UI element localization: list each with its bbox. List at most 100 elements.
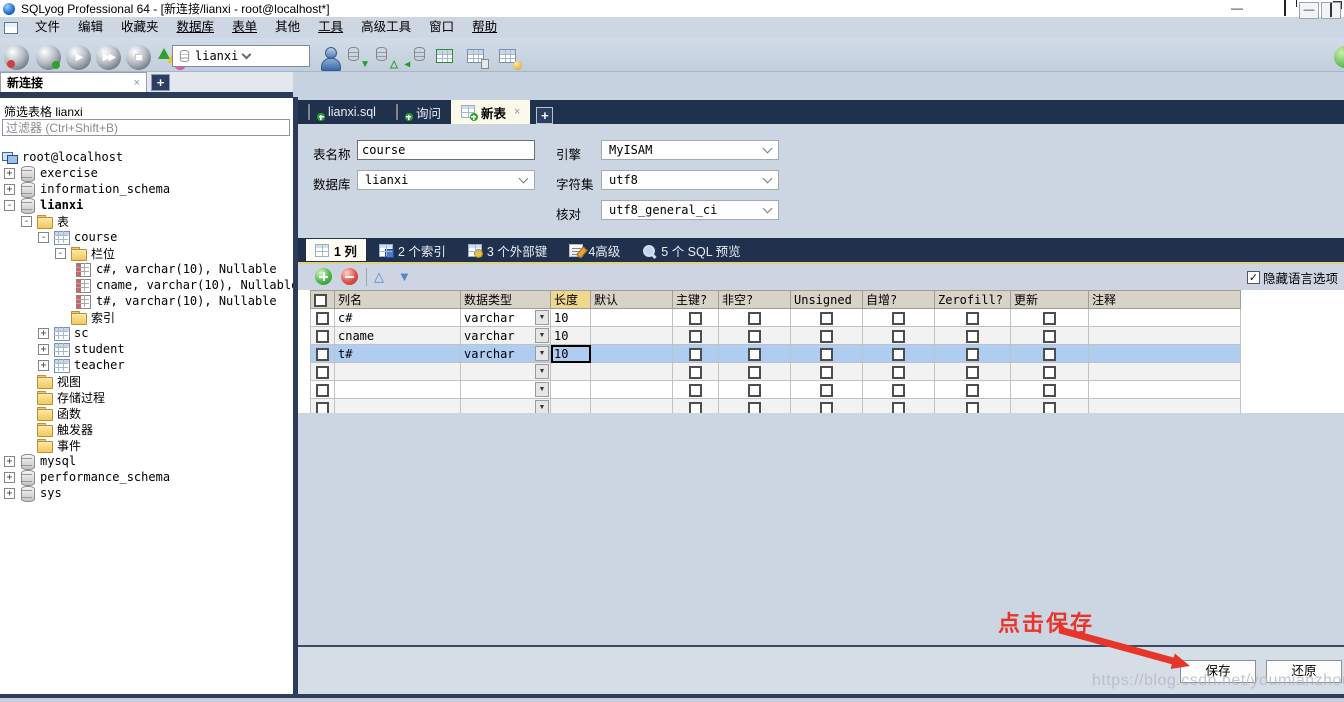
tree-item-mysql[interactable]: +mysql <box>0 453 293 469</box>
table-row-empty[interactable]: ▼ <box>311 363 1241 381</box>
charset-select[interactable]: utf8 <box>601 170 779 190</box>
dropdown-arrow-icon[interactable]: ▼ <box>535 364 549 379</box>
menu-item-window[interactable]: 窗口 <box>420 17 463 38</box>
import-database-icon[interactable]: △ <box>374 46 398 70</box>
table-data-icon[interactable] <box>466 46 490 70</box>
comment-cell[interactable] <box>1089 381 1241 399</box>
mdi-document-icon[interactable] <box>4 22 18 34</box>
tab-foreign-keys[interactable]: 3 个外部键 <box>459 240 556 260</box>
close-connection-tab-icon[interactable]: × <box>134 77 140 89</box>
zerofill-checkbox[interactable] <box>966 312 979 325</box>
expand-icon[interactable]: + <box>4 456 15 467</box>
menu-item-favorites[interactable]: 收藏夹 <box>112 17 168 38</box>
expand-icon[interactable]: + <box>38 328 49 339</box>
row-select-checkbox[interactable] <box>316 366 329 379</box>
mdi-minimize-button[interactable]: — <box>1299 2 1319 19</box>
menu-item-table[interactable]: 表单 <box>223 17 266 38</box>
expand-icon[interactable]: + <box>4 184 15 195</box>
tab-indexes[interactable]: 2 个索引 <box>370 240 455 260</box>
close-tab-icon[interactable]: × <box>514 106 520 118</box>
execute-query-icon[interactable]: ▶ <box>66 45 91 70</box>
not-null-checkbox[interactable] <box>748 384 761 397</box>
tree-item-events-folder[interactable]: 事件 <box>0 437 293 453</box>
expand-icon[interactable]: + <box>4 488 15 499</box>
move-down-button[interactable]: ▼ <box>398 269 411 284</box>
menu-item-tools[interactable]: 工具 <box>309 17 352 38</box>
new-connection-tab-button[interactable]: + <box>151 74 170 91</box>
tree-item-sys[interactable]: +sys <box>0 485 293 501</box>
collapse-icon[interactable]: - <box>4 200 15 211</box>
column-name-cell[interactable] <box>335 363 461 381</box>
tree-item-column-c[interactable]: c#, varchar(10), Nullable <box>0 261 293 277</box>
not-null-checkbox[interactable] <box>748 330 761 343</box>
not-null-checkbox[interactable] <box>748 366 761 379</box>
auto-increment-checkbox[interactable] <box>892 312 905 325</box>
on-update-checkbox[interactable] <box>1043 312 1056 325</box>
comment-cell[interactable] <box>1089 327 1241 345</box>
menu-item-edit[interactable]: 编辑 <box>69 17 112 38</box>
tree-item-information-schema[interactable]: +information_schema <box>0 181 293 197</box>
tree-item-column-cname[interactable]: cname, varchar(10), Nullable <box>0 277 293 293</box>
length-cell[interactable]: 10 <box>551 309 591 327</box>
tree-item-lianxi[interactable]: -lianxi <box>0 197 293 213</box>
tree-item-tables-folder[interactable]: -表 <box>0 213 293 229</box>
menu-item-powertools[interactable]: 高级工具 <box>352 17 420 38</box>
auto-increment-checkbox[interactable] <box>892 384 905 397</box>
comment-cell[interactable] <box>1089 345 1241 363</box>
datatype-cell[interactable]: varchar▼ <box>461 327 551 345</box>
not-null-checkbox[interactable] <box>748 312 761 325</box>
database-form-select[interactable]: lianxi <box>357 170 535 190</box>
table-row-c[interactable]: c# varchar▼ 10 <box>311 309 1241 327</box>
length-cell[interactable] <box>551 363 591 381</box>
column-name-cell[interactable]: t# <box>335 345 461 363</box>
tab-query[interactable]: 询问 <box>386 100 451 124</box>
row-select-checkbox[interactable] <box>316 384 329 397</box>
primary-key-checkbox[interactable] <box>689 330 702 343</box>
tree-item-student[interactable]: +student <box>0 341 293 357</box>
default-cell[interactable] <box>591 327 673 345</box>
zerofill-checkbox[interactable] <box>966 348 979 361</box>
comment-cell[interactable] <box>1089 363 1241 381</box>
auto-increment-checkbox[interactable] <box>892 330 905 343</box>
mdi-restore-button[interactable] <box>1321 2 1341 19</box>
column-name-cell[interactable]: c# <box>335 309 461 327</box>
datatype-cell[interactable]: ▼ <box>461 363 551 381</box>
on-update-checkbox[interactable] <box>1043 348 1056 361</box>
tab-lianxi-sql[interactable]: lianxi.sql <box>298 100 386 124</box>
collation-select[interactable]: utf8_general_ci <box>601 200 779 220</box>
menu-item-database[interactable]: 数据库 <box>168 17 224 38</box>
unsigned-checkbox[interactable] <box>820 348 833 361</box>
expand-icon[interactable]: + <box>38 360 49 371</box>
restore-button[interactable] <box>1270 0 1300 17</box>
auto-increment-checkbox[interactable] <box>892 366 905 379</box>
comment-cell[interactable] <box>1089 309 1241 327</box>
tab-advanced[interactable]: 4高级 <box>560 240 629 260</box>
unsigned-checkbox[interactable] <box>820 312 833 325</box>
tree-item-sc[interactable]: +sc <box>0 325 293 341</box>
unsigned-checkbox[interactable] <box>820 366 833 379</box>
length-cell[interactable]: 10 <box>551 327 591 345</box>
move-up-button[interactable]: △ <box>374 269 384 284</box>
zerofill-checkbox[interactable] <box>966 330 979 343</box>
collapse-icon[interactable]: - <box>55 248 66 259</box>
tree-item-views-folder[interactable]: 视图 <box>0 373 293 389</box>
default-cell[interactable] <box>591 345 673 363</box>
tree-item-columns-folder[interactable]: -栏位 <box>0 245 293 261</box>
menu-item-file[interactable]: 文件 <box>26 17 69 38</box>
tree-item-teacher[interactable]: +teacher <box>0 357 293 373</box>
table-row-cname[interactable]: cname varchar▼ 10 <box>311 327 1241 345</box>
tab-sql-preview[interactable]: 5 个 SQL 预览 <box>633 240 749 260</box>
table-row-t-selected[interactable]: t# varchar▼ 10 <box>311 345 1241 363</box>
minimize-button[interactable]: — <box>1222 0 1252 17</box>
tree-item-exercise[interactable]: +exercise <box>0 165 293 181</box>
zerofill-checkbox[interactable] <box>966 366 979 379</box>
row-select-checkbox[interactable] <box>316 312 329 325</box>
menu-item-help[interactable]: 帮助 <box>463 17 506 38</box>
insert-update-table-icon[interactable] <box>434 46 458 70</box>
hide-language-checkbox[interactable]: ✓ <box>1247 271 1260 284</box>
export-database-icon[interactable]: ▼ <box>346 46 370 70</box>
tab-connection[interactable]: 新连接 × <box>0 72 147 92</box>
column-name-cell[interactable] <box>335 381 461 399</box>
primary-key-checkbox[interactable] <box>689 312 702 325</box>
dropdown-arrow-icon[interactable]: ▼ <box>535 310 549 325</box>
